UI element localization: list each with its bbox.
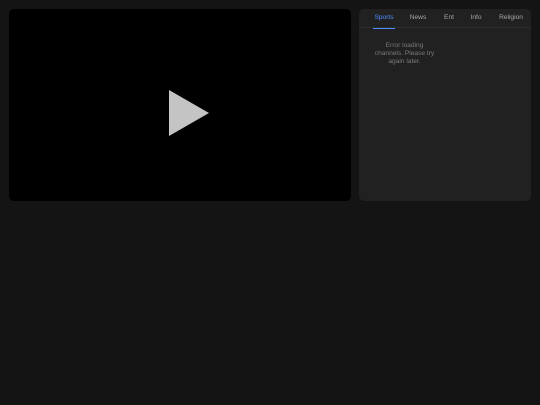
app: Sports News Ent Info Religion Error load… — [0, 0, 540, 405]
tab-info[interactable]: Info — [469, 9, 483, 28]
tab-sports[interactable]: Sports — [373, 9, 395, 29]
channel-panel: Sports News Ent Info Religion Error load… — [359, 9, 531, 201]
tab-religion[interactable]: Religion — [499, 9, 523, 28]
tab-news[interactable]: News — [409, 9, 427, 28]
tab-ent[interactable]: Ent — [443, 9, 455, 28]
play-icon[interactable] — [169, 90, 209, 136]
video-player[interactable] — [9, 9, 351, 201]
error-message: Error loading channels. Please try again… — [374, 42, 435, 66]
category-tabs: Sports News Ent Info Religion — [359, 9, 531, 29]
